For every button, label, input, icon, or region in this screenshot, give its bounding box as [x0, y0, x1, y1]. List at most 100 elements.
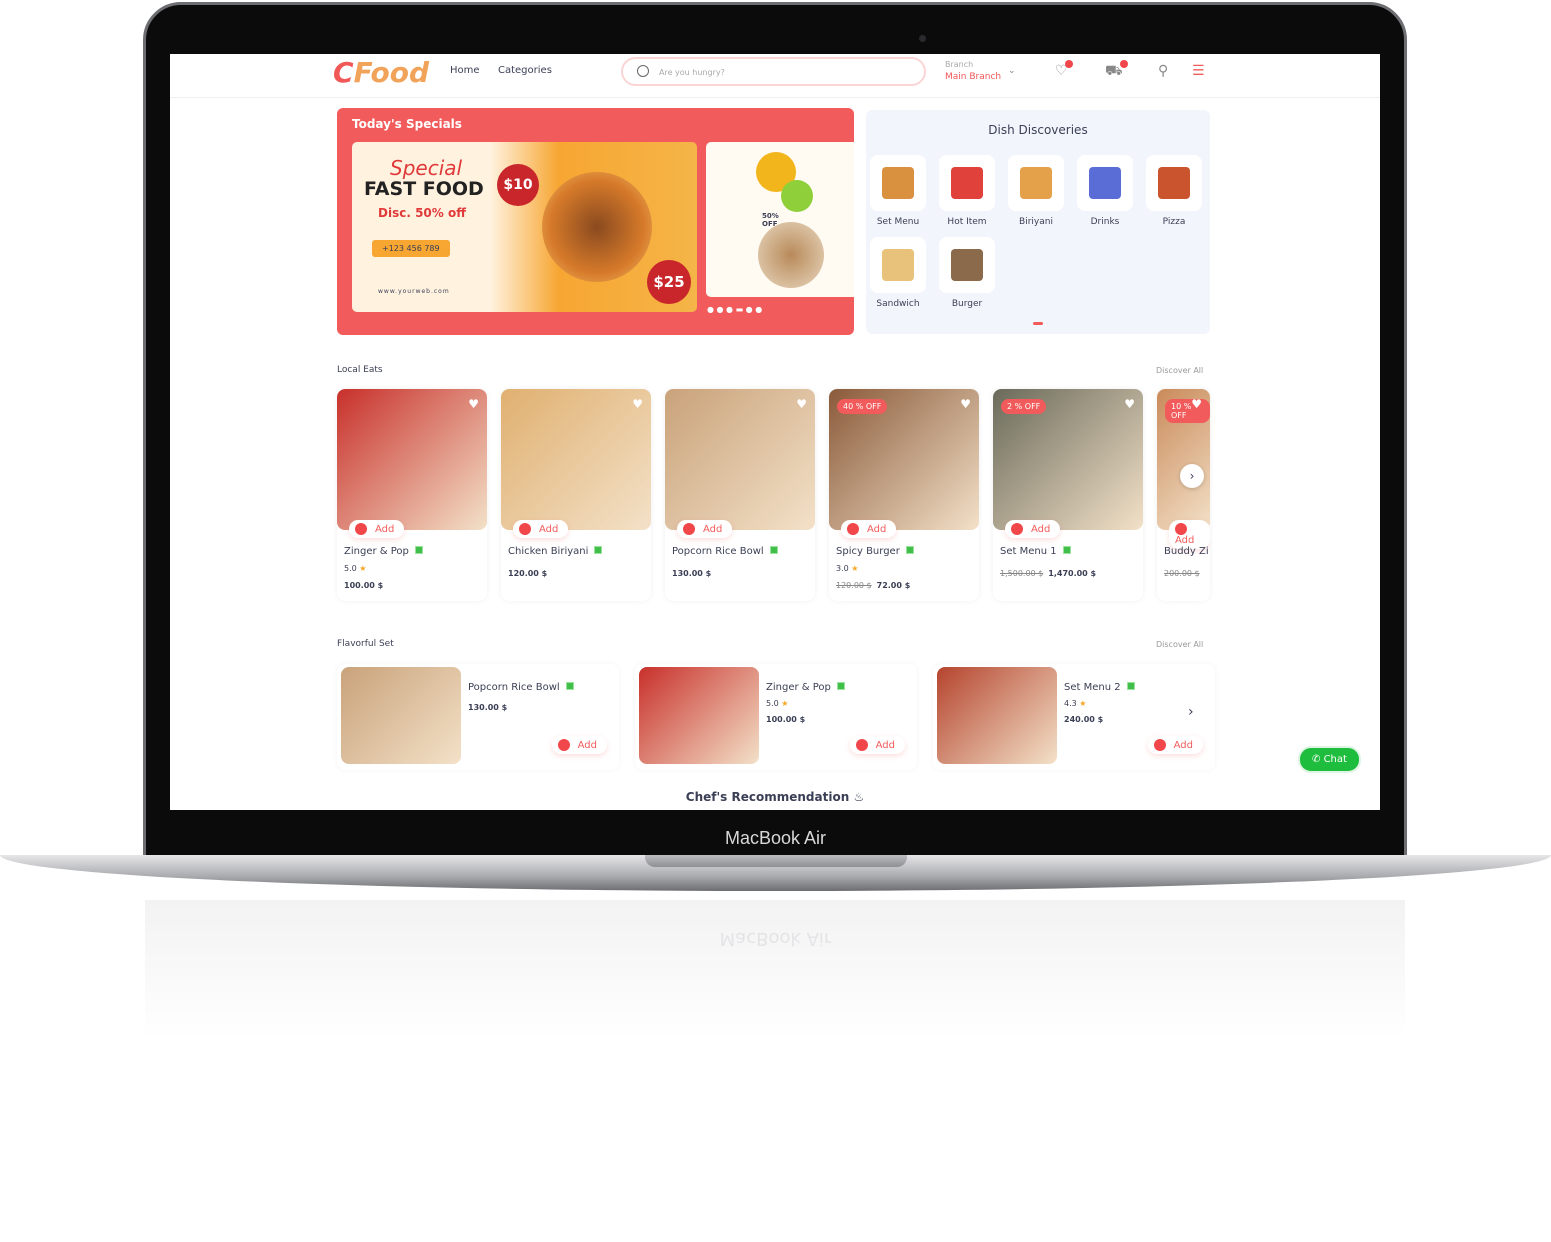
discover-all-link[interactable]: Discover All [1156, 366, 1203, 375]
food-card[interactable]: 2 % OFF ♥ Add Set Menu 1 1,500.00 $1,470.00 … [993, 389, 1143, 601]
reflection-label: MacBook Air [719, 928, 832, 949]
discount-badge: 10 % OFF [1165, 399, 1210, 423]
add-button[interactable]: Add [513, 520, 569, 538]
food-name: Set Menu 1 [1000, 546, 1071, 557]
next-arrow-icon[interactable]: › [1180, 464, 1204, 488]
food-image: 2 % OFF ♥ [993, 389, 1143, 530]
chat-button[interactable]: ✆ Chat [1298, 746, 1361, 773]
branch-select[interactable]: Branch Main Branch [945, 58, 1001, 84]
veg-icon [769, 546, 778, 554]
add-button[interactable]: Add [1147, 736, 1203, 754]
price: 200.00 $ [1164, 569, 1200, 578]
heart-icon[interactable]: ♥ [796, 397, 807, 411]
heart-icon[interactable]: ♥ [468, 397, 479, 411]
add-button[interactable]: Add [551, 736, 607, 754]
price: 100.00 $ [344, 581, 384, 590]
user-icon[interactable]: ⚲ [1158, 63, 1168, 79]
food-image [937, 667, 1057, 764]
category-label: Drinks [1090, 217, 1120, 227]
food-image [341, 667, 461, 764]
plus-icon [557, 739, 570, 751]
food-name: Popcorn Rice Bowl [468, 682, 574, 693]
food-card[interactable]: ♥ Add Popcorn Rice Bowl 130.00 $ [665, 389, 815, 601]
plus-icon [355, 523, 367, 535]
pager-dot[interactable] [1033, 322, 1043, 325]
burger-image [542, 172, 652, 282]
search-icon [637, 65, 649, 77]
star-icon: ★ [851, 564, 859, 573]
category-label: Set Menu [876, 217, 920, 227]
category-label: Pizza [1162, 217, 1186, 227]
add-button[interactable]: Add [349, 520, 405, 538]
heart-icon[interactable]: ♥ [1191, 397, 1202, 411]
food-card[interactable]: ♥ Add Zinger & Pop 5.0 ★ 100.00 $ [337, 389, 487, 601]
food-card[interactable]: 10 % OFF ♥ Add Buddy Zi 200.00 $ [1157, 389, 1210, 601]
set-card[interactable]: Zinger & Pop 5.0 ★ 100.00 $ Add [635, 664, 917, 770]
price: 240.00 $ [1064, 715, 1104, 724]
veg-icon [594, 546, 603, 554]
category-label: Burger [951, 299, 983, 309]
veg-icon [836, 682, 845, 690]
category-item[interactable]: Burger [939, 237, 995, 309]
carousel-dots[interactable]: ● ● ● ▬ ● ● [707, 305, 762, 314]
price-badge: $25 [647, 260, 691, 304]
category-item[interactable]: Set Menu [870, 155, 926, 227]
laptop-notch [645, 855, 907, 867]
price: 130.00 $ [672, 569, 712, 578]
category-item[interactable]: Sandwich [870, 237, 926, 309]
nav-home[interactable]: Home [450, 65, 480, 76]
star-icon: ★ [781, 699, 789, 708]
chefs-recommendation-title: Chef's Recommendation ♨ [685, 790, 865, 804]
add-button[interactable]: Add [1005, 520, 1061, 538]
food-image: ♥ [665, 389, 815, 530]
add-button[interactable]: Add [677, 520, 733, 538]
wishlist-icon[interactable]: ♡ [1055, 60, 1073, 79]
set-card[interactable]: Set Menu 2 4.3 ★ 240.00 $ Add [933, 664, 1215, 770]
section-title: Today's Specials [352, 117, 462, 131]
discount-badge: 40 % OFF [837, 399, 888, 414]
category-item[interactable]: Drinks [1077, 155, 1133, 227]
todays-specials: Today's Specials Special FAST FOOD Disc.… [337, 108, 854, 335]
special-banner[interactable]: Special FAST FOOD Disc. 50% off +123 456… [352, 142, 697, 312]
plus-icon [1175, 523, 1187, 535]
category-item[interactable]: Pizza [1146, 155, 1202, 227]
veg-icon [905, 546, 914, 554]
heart-icon[interactable]: ♥ [632, 397, 643, 411]
nav-categories[interactable]: Categories [498, 65, 552, 76]
category-item[interactable]: Biriyani [1008, 155, 1064, 227]
discount-badge: 2 % OFF [1001, 399, 1047, 414]
category-image [1146, 155, 1202, 211]
food-card[interactable]: 40 % OFF ♥ Add Spicy Burger 3.0 ★ 120.00 $72.… [829, 389, 979, 601]
header: CFood Home Categories Are you hungry? Br… [170, 54, 1380, 98]
cart-icon[interactable]: ⛟ [1105, 60, 1128, 81]
heart-icon[interactable]: ♥ [960, 397, 971, 411]
menu-icon[interactable]: ☰ [1192, 63, 1205, 79]
plus-icon [855, 739, 868, 751]
category-item[interactable]: Hot Item [939, 155, 995, 227]
category-image [939, 237, 995, 293]
next-arrow-icon[interactable]: › [1188, 704, 1194, 720]
special-banner-2[interactable]: 50% OFF [706, 142, 854, 297]
price: 1,500.00 $1,470.00 $ [1000, 569, 1097, 578]
food-name: Set Menu 2 [1064, 682, 1135, 693]
plus-icon [519, 523, 531, 535]
food-image: 10 % OFF ♥ [1157, 389, 1210, 530]
food-name: Zinger & Pop [344, 546, 423, 557]
section-title: Dish Discoveries [988, 123, 1088, 137]
camera [919, 35, 926, 42]
add-button[interactable]: Add [849, 736, 905, 754]
add-button[interactable]: Add [1169, 520, 1210, 549]
star-icon: ★ [359, 564, 367, 573]
add-button[interactable]: Add [841, 520, 897, 538]
food-image [758, 222, 824, 288]
rating: 3.0 ★ [836, 564, 859, 573]
food-card[interactable]: ♥ Add Chicken Biriyani 120.00 $ [501, 389, 651, 601]
logo[interactable]: CFood [333, 56, 429, 89]
discover-all-link[interactable]: Discover All [1156, 640, 1203, 649]
chef-hat-icon: ♨ [853, 790, 865, 804]
search-input[interactable]: Are you hungry? [621, 57, 926, 86]
heart-icon[interactable]: ♥ [1124, 397, 1135, 411]
price: 130.00 $ [468, 703, 508, 712]
set-card[interactable]: Popcorn Rice Bowl 130.00 $ Add [337, 664, 619, 770]
device-label: MacBook Air [724, 828, 827, 848]
